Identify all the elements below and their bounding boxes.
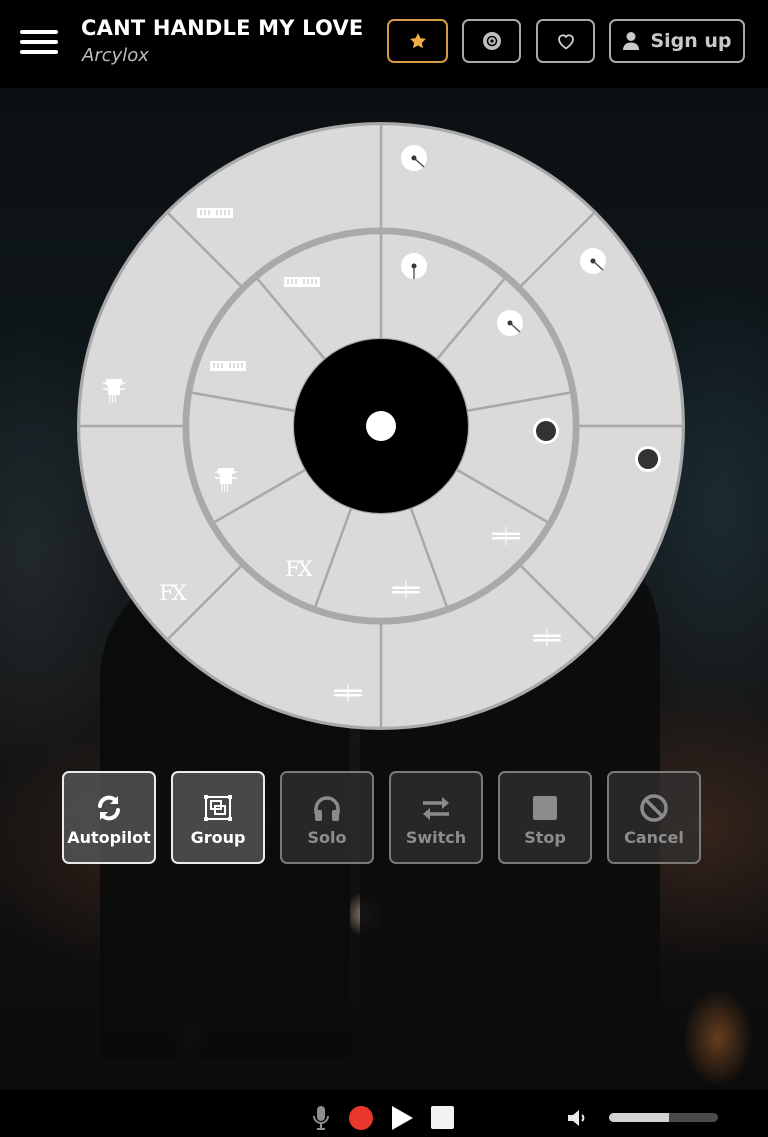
microphone-button[interactable] (311, 1105, 331, 1135)
stop-button[interactable]: Stop (498, 771, 592, 864)
keyboard-icon (210, 361, 246, 371)
fx-icon: FX (285, 557, 315, 581)
group-icon (204, 795, 232, 821)
loop-wheel: FX FX (77, 122, 685, 730)
solo-button[interactable]: Solo (280, 771, 374, 864)
switch-label: Switch (405, 828, 467, 847)
autopilot-label: Autopilot (67, 828, 151, 847)
center-dot[interactable] (366, 411, 396, 441)
metronome-icon (497, 310, 523, 336)
record-dot-icon (533, 418, 559, 444)
autopilot-button[interactable]: Autopilot (62, 771, 156, 864)
stop-label: Stop (524, 828, 566, 847)
svg-text:FX: FX (285, 557, 313, 581)
cancel-icon (640, 794, 668, 822)
solo-label: Solo (307, 828, 347, 847)
play-button[interactable] (390, 1105, 414, 1135)
keyboard-icon (197, 208, 233, 218)
svg-text:FX: FX (159, 581, 187, 605)
cancel-label: Cancel (624, 828, 684, 847)
refresh-icon (98, 795, 120, 821)
volume-button[interactable] (567, 1108, 589, 1132)
group-button[interactable]: Group (171, 771, 265, 864)
volume-slider-fill (609, 1113, 669, 1122)
metronome-icon (580, 248, 606, 274)
action-button-row: Autopilot Group Solo Switch Stop Cancel (62, 771, 712, 865)
stop-icon (431, 1106, 454, 1129)
switch-arrows-icon (423, 797, 449, 820)
cancel-button[interactable]: Cancel (607, 771, 701, 864)
play-icon (392, 1106, 413, 1130)
group-label: Group (190, 828, 246, 847)
record-icon (349, 1106, 373, 1130)
microphone-icon (313, 1106, 329, 1130)
stop-playback-button[interactable] (431, 1106, 454, 1133)
metronome-icon (401, 145, 427, 171)
record-dot-icon (635, 446, 661, 472)
headphones-icon (314, 796, 340, 821)
volume-slider[interactable] (609, 1113, 718, 1122)
fx-icon: FX (159, 581, 189, 605)
stop-icon (533, 796, 557, 820)
record-button[interactable] (348, 1105, 374, 1135)
metronome-icon (401, 253, 427, 279)
player-bar (0, 1090, 768, 1137)
switch-button[interactable]: Switch (389, 771, 483, 864)
keyboard-icon (284, 277, 320, 287)
volume-icon (568, 1110, 585, 1126)
